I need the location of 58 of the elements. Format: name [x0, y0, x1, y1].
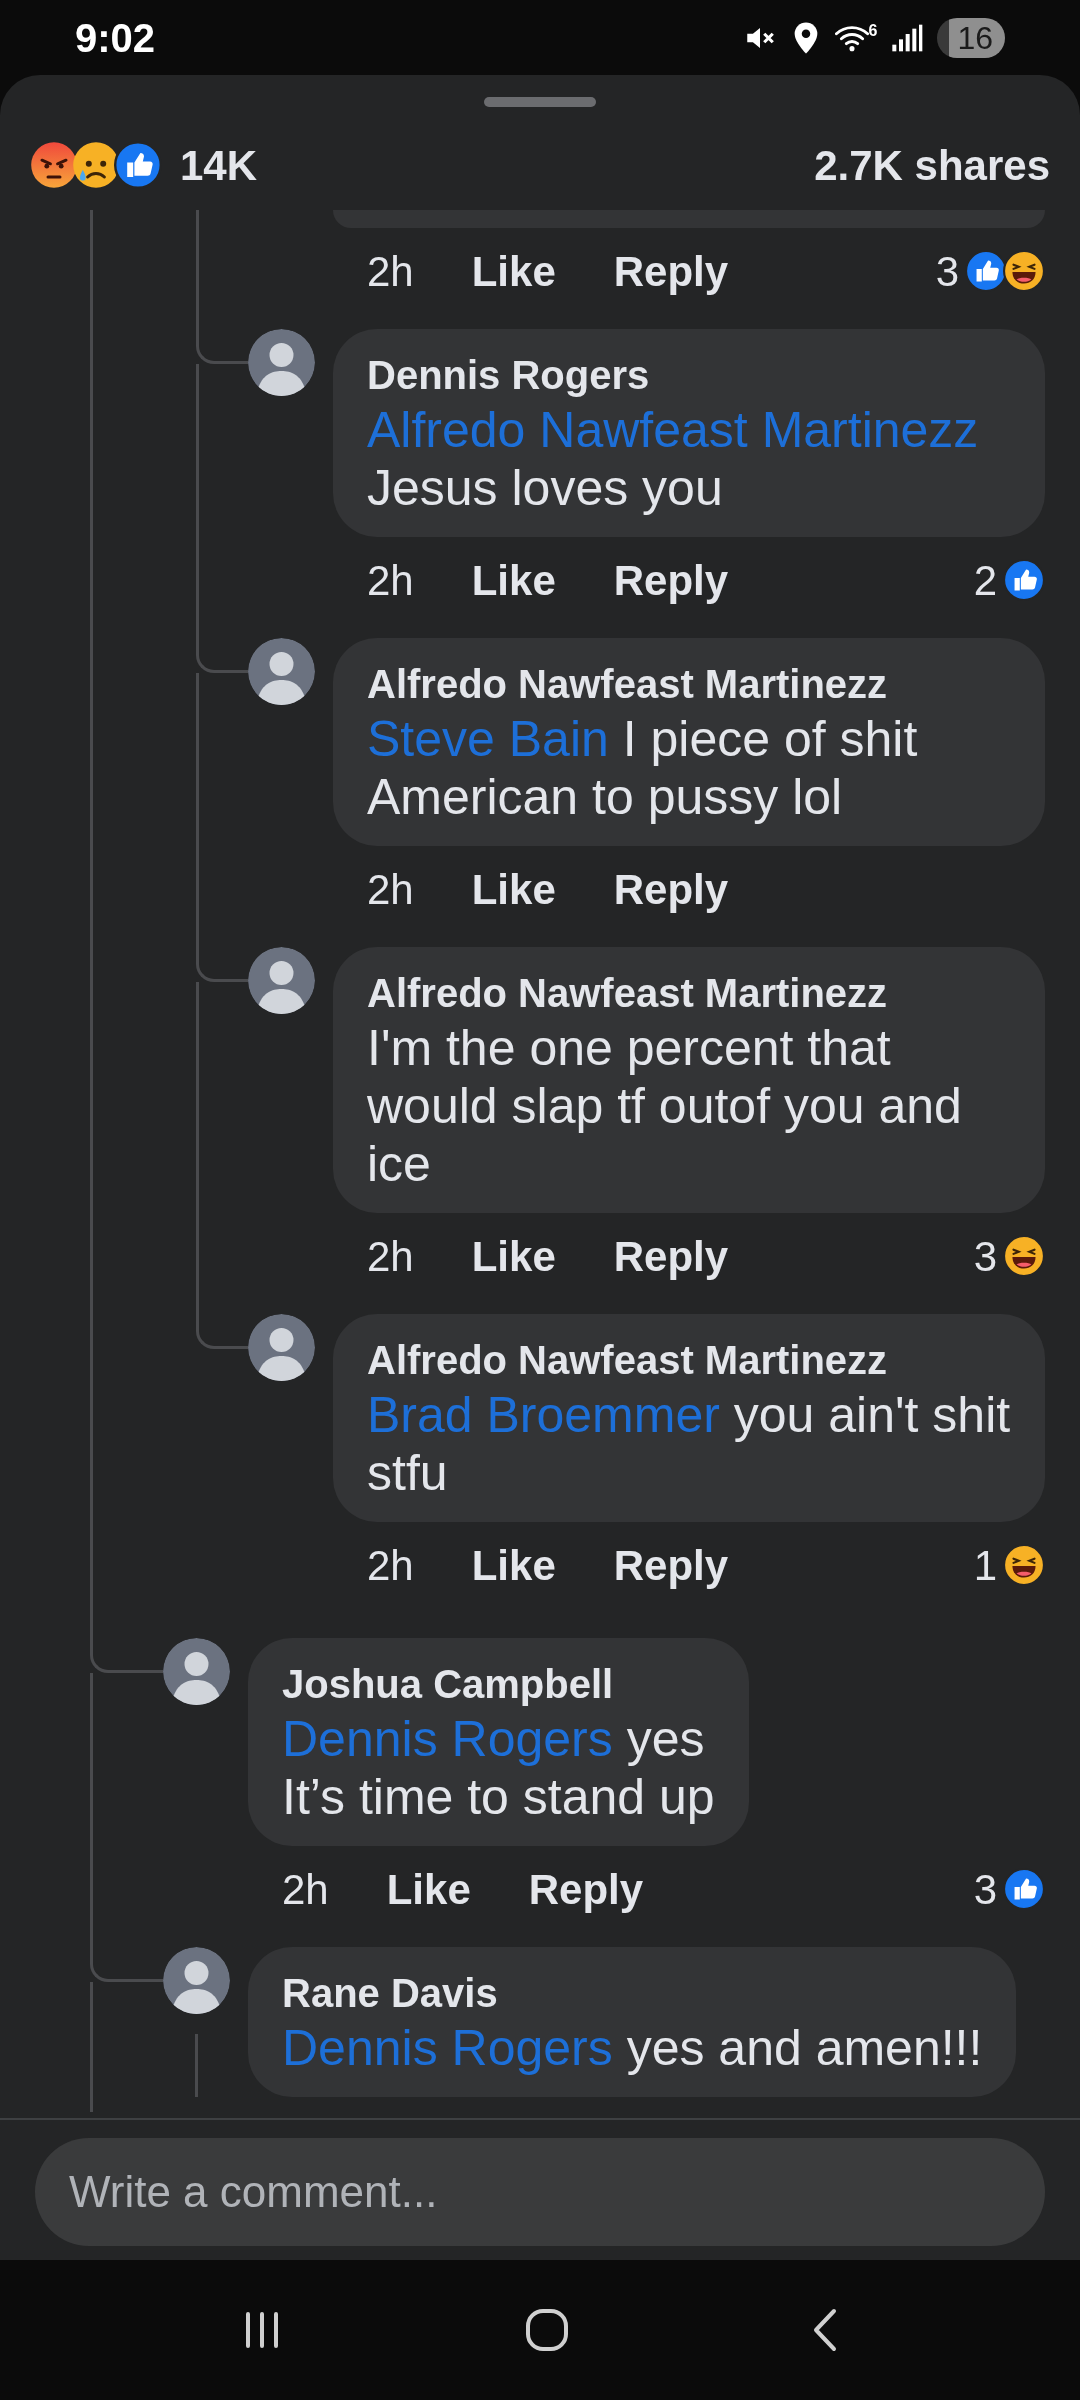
timestamp: 2h	[367, 864, 414, 915]
reply-button[interactable]: Reply	[613, 1533, 729, 1597]
reply-button[interactable]: Reply	[528, 1857, 644, 1921]
timestamp: 2h	[282, 1864, 329, 1915]
comment-text: I'm the one percent that would slap tf outof you and ice	[367, 1019, 963, 1193]
reaction-count: 2	[973, 555, 997, 606]
signal-icon	[891, 22, 924, 53]
commenter-name[interactable]: Dennis Rogers	[367, 349, 1011, 401]
laughing-face-icon	[1003, 1544, 1045, 1586]
comment-text: Brad Broemmer you ain't shit stfu	[367, 1386, 1011, 1502]
comment-text: Alfredo Nawfeast Martinezz Jesus loves you	[367, 401, 980, 517]
angry-face-icon	[30, 141, 78, 189]
reply-button[interactable]: Reply	[613, 548, 729, 612]
commenter-name[interactable]: Alfredo Nawfeast Martinezz	[367, 967, 1011, 1019]
share-count[interactable]: 2.7K shares	[814, 133, 1050, 197]
reaction-count: 1	[973, 1540, 997, 1591]
like-reaction-icon	[114, 141, 162, 189]
laughing-face-icon	[1003, 250, 1045, 292]
timestamp: 2h	[367, 1231, 414, 1282]
avatar[interactable]	[248, 1314, 315, 1381]
like-button[interactable]: Like	[471, 857, 556, 921]
like-button[interactable]: Like	[471, 548, 556, 612]
laughing-face-icon	[1003, 1235, 1045, 1277]
home-icon[interactable]	[524, 2307, 570, 2353]
wifi-label: 6	[868, 22, 878, 39]
avatar[interactable]	[248, 947, 315, 1014]
commenter-name[interactable]: Alfredo Nawfeast Martinezz	[367, 658, 1011, 710]
reaction-count: 3	[973, 1231, 997, 1282]
comment-text: Steve Bain I piece of shit American to pussy lol	[367, 710, 919, 826]
commenter-name[interactable]: Joshua Campbell	[282, 1658, 715, 1710]
avatar[interactable]	[248, 638, 315, 705]
avatar[interactable]	[248, 329, 315, 396]
like-button[interactable]: Like	[386, 1857, 471, 1921]
timestamp: 2h	[367, 555, 414, 606]
comment-input[interactable]: Write a comment...	[35, 2138, 1045, 2246]
avatar[interactable]	[163, 1638, 230, 1705]
reaction-total[interactable]: 14K	[180, 133, 258, 197]
like-reaction-icon	[1003, 559, 1045, 601]
comment-text: Dennis Rogers yes It’s time to stand up	[282, 1710, 715, 1826]
drag-handle[interactable]	[484, 97, 596, 107]
commenter-name[interactable]: Rane Davis	[282, 1967, 983, 2019]
avatar[interactable]	[163, 1947, 230, 2014]
like-button[interactable]: Like	[471, 1533, 556, 1597]
timestamp: 2h	[367, 1540, 414, 1591]
commenter-name[interactable]: Alfredo Nawfeast Martinezz	[367, 1334, 1011, 1386]
reaction-count: 3	[935, 246, 959, 297]
reaction-count: 3	[973, 1864, 997, 1915]
like-button[interactable]: Like	[471, 239, 556, 303]
like-button[interactable]: Like	[471, 1224, 556, 1288]
clock: 9:02	[75, 14, 156, 62]
reply-button[interactable]: Reply	[613, 857, 729, 921]
reply-button[interactable]: Reply	[613, 239, 729, 303]
battery-indicator: 16	[937, 17, 1005, 58]
reply-button[interactable]: Reply	[613, 1224, 729, 1288]
comment-text: Dennis Rogers yes and amen!!!	[282, 2019, 983, 2077]
like-reaction-icon	[965, 250, 1007, 292]
like-reaction-icon	[1003, 1868, 1045, 1910]
timestamp: 2h	[367, 246, 414, 297]
